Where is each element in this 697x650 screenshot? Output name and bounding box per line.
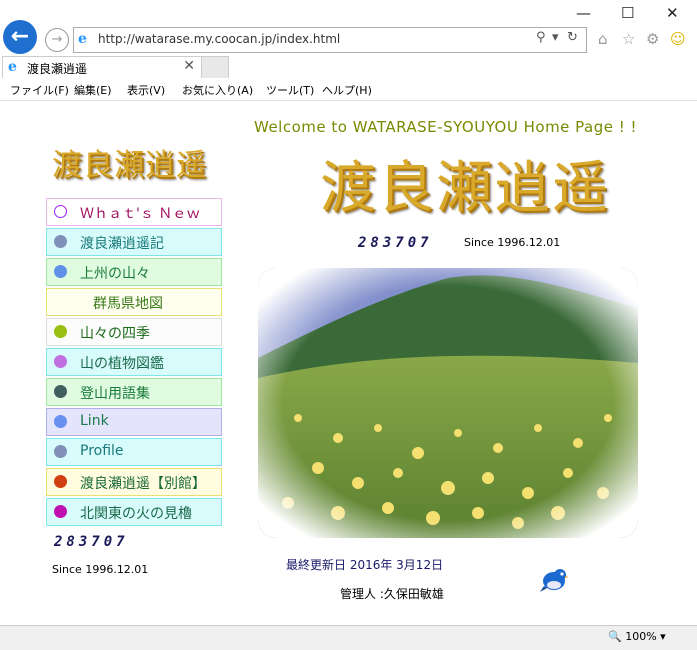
administrator: 管理人 :久保田敏雄 bbox=[340, 587, 444, 601]
back-button[interactable]: ← bbox=[3, 20, 37, 54]
nav-item[interactable]: 群馬県地図 bbox=[46, 288, 222, 316]
forward-button[interactable]: → bbox=[45, 28, 69, 52]
nav-bullet-icon bbox=[54, 445, 67, 458]
nav-label: 渡良瀬逍遥記 bbox=[80, 236, 164, 252]
menu-bar: ファイル(F) 編集(E) 表示(V) お気に入り(A) ツール(T) ヘルプ(… bbox=[0, 78, 697, 101]
maximize-icon[interactable]: ☐ bbox=[621, 4, 634, 22]
nav-label: 山の植物図鑑 bbox=[80, 356, 164, 372]
nav-bullet-icon bbox=[54, 205, 67, 218]
since-date: Since 1996.12.01 bbox=[464, 236, 561, 249]
nav-label: Link bbox=[80, 413, 109, 429]
dropdown-icon[interactable]: ▾ bbox=[552, 30, 559, 45]
menu-edit[interactable]: 編集(E) bbox=[74, 82, 112, 98]
ie-page-icon: e bbox=[78, 31, 87, 47]
nav-bullet-icon bbox=[54, 355, 67, 368]
nav-item[interactable]: Ｗｈａｔ'ｓ Ｎｅｗ bbox=[46, 198, 222, 226]
nav-label: 群馬県地図 bbox=[93, 296, 163, 312]
nav-item[interactable]: 山の植物図鑑 bbox=[46, 348, 222, 376]
nav-bullet-icon bbox=[54, 505, 67, 518]
tab-title: 渡良瀬逍遥 bbox=[27, 62, 88, 76]
last-updated: 最終更新日 2016年 3月12日 bbox=[286, 558, 444, 572]
nav-bullet-icon bbox=[54, 235, 67, 248]
nav-bullet-icon bbox=[54, 265, 67, 278]
site-logo-large: 渡良瀬逍遥 bbox=[320, 156, 610, 221]
menu-favorites[interactable]: お気に入り(A) bbox=[182, 82, 253, 98]
browser-toolbar: — ☐ ✕ ← → e http://watarase.my.coocan.jp… bbox=[0, 0, 697, 56]
nav-bullet-icon bbox=[54, 475, 67, 488]
nav-label: Profile bbox=[80, 443, 124, 459]
nav-bullet-icon bbox=[54, 325, 67, 338]
visitor-counter-side: 283707 bbox=[54, 534, 129, 550]
since-date-side: Since 1996.12.01 bbox=[52, 563, 149, 576]
nav-item[interactable]: 渡良瀬逍遥記 bbox=[46, 228, 222, 256]
address-bar[interactable]: e http://watarase.my.coocan.jp/index.htm… bbox=[73, 27, 587, 53]
tab-ie-icon: e bbox=[8, 59, 17, 75]
nav-bullet-icon bbox=[54, 415, 67, 428]
nav-item[interactable]: Profile bbox=[46, 438, 222, 466]
nav-item[interactable]: 北関東の火の見櫓 bbox=[46, 498, 222, 526]
status-bar: 🔍 100% ▾ bbox=[0, 625, 697, 650]
tab-close-icon[interactable]: ✕ bbox=[183, 58, 195, 74]
address-url[interactable]: http://watarase.my.coocan.jp/index.html bbox=[98, 32, 340, 46]
settings-gear-icon[interactable]: ⚙ bbox=[646, 30, 659, 48]
visitor-counter: 283707 bbox=[358, 235, 433, 251]
nav-label: 登山用語集 bbox=[80, 386, 150, 402]
nav-label: 渡良瀬逍遥【別館】 bbox=[80, 476, 206, 492]
menu-tools[interactable]: ツール(T) bbox=[266, 82, 314, 98]
nav-item[interactable]: 上州の山々 bbox=[46, 258, 222, 286]
nav-item[interactable]: Link bbox=[46, 408, 222, 436]
tab-active[interactable]: e 渡良瀬逍遥 ✕ bbox=[2, 56, 202, 79]
menu-view[interactable]: 表示(V) bbox=[127, 82, 165, 98]
menu-help[interactable]: ヘルプ(H) bbox=[322, 82, 372, 98]
new-tab-button[interactable] bbox=[201, 56, 229, 79]
close-window-icon[interactable]: ✕ bbox=[666, 4, 679, 22]
smiley-feedback-icon[interactable]: ☺ bbox=[670, 30, 686, 48]
nav-item[interactable]: 渡良瀬逍遥【別館】 bbox=[46, 468, 222, 496]
nav-item[interactable]: 登山用語集 bbox=[46, 378, 222, 406]
nav-item[interactable]: 山々の四季 bbox=[46, 318, 222, 346]
minimize-icon[interactable]: — bbox=[576, 4, 591, 22]
site-logo-small: 渡良瀬逍遥 bbox=[52, 148, 207, 183]
menu-file[interactable]: ファイル(F) bbox=[10, 82, 69, 98]
bluebird-icon bbox=[538, 564, 570, 596]
nav-label: 北関東の火の見櫓 bbox=[80, 506, 192, 522]
search-icon[interactable]: ⚲ bbox=[536, 30, 546, 45]
nav-label: Ｗｈａｔ'ｓ Ｎｅｗ bbox=[80, 206, 201, 222]
zoom-level: 100% bbox=[625, 630, 657, 643]
favorites-star-icon[interactable]: ☆ bbox=[622, 30, 635, 48]
refresh-icon[interactable]: ↻ bbox=[567, 30, 578, 45]
welcome-text: Welcome to WATARASE-SYOUYOU Home Page ! … bbox=[254, 118, 638, 136]
nav-bullet-icon bbox=[54, 385, 67, 398]
mountain-meadow-photo bbox=[258, 268, 638, 538]
nav-label: 上州の山々 bbox=[80, 266, 150, 282]
nav-label: 山々の四季 bbox=[80, 326, 150, 342]
home-icon[interactable]: ⌂ bbox=[598, 30, 608, 48]
zoom-control[interactable]: 🔍 100% ▾ bbox=[608, 630, 666, 643]
